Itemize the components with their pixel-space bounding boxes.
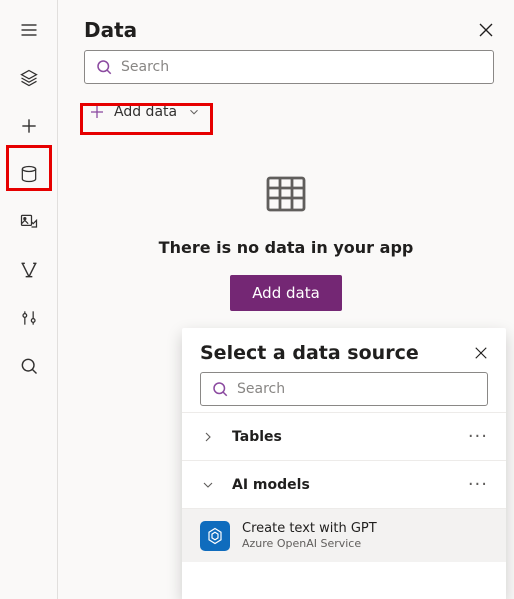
result-subtitle: Azure OpenAI Service [242,537,377,551]
panel-header: Data [58,0,514,50]
nav-rail [0,0,58,599]
layers-icon[interactable] [7,56,51,100]
openai-icon [200,521,230,551]
source-ai-models[interactable]: AI models ··· [182,460,506,508]
search-input[interactable] [121,59,483,75]
popup-search-input[interactable] [237,381,477,397]
result-text: Create text with GPT Azure OpenAI Servic… [242,521,377,551]
variables-icon[interactable] [7,248,51,292]
datasource-popup: Select a data source Tables ··· AI model… [182,328,506,599]
search-icon [95,58,113,76]
add-data-link[interactable]: Add data [80,94,514,130]
tools-icon[interactable] [7,296,51,340]
empty-msg: There is no data in your app [159,238,414,257]
add-data-button[interactable]: Add data [230,275,342,311]
close-icon[interactable] [478,22,494,38]
data-icon[interactable] [7,152,51,196]
hamburger-icon[interactable] [7,8,51,52]
empty-state: There is no data in your app Add data [58,170,514,311]
chevron-down-icon [187,105,201,119]
popup-search-wrap [182,372,506,412]
chevron-down-icon [200,477,216,493]
close-icon[interactable] [474,346,488,360]
popup-title: Select a data source [200,342,419,364]
result-gpt[interactable]: Create text with GPT Azure OpenAI Servic… [182,508,506,562]
source-label: AI models [232,477,464,493]
source-label: Tables [232,429,464,445]
panel-title: Data [84,18,137,42]
search-field[interactable] [84,50,494,84]
chevron-right-icon [200,429,216,445]
source-tables[interactable]: Tables ··· [182,412,506,460]
add-data-label: Add data [114,104,177,120]
popup-header: Select a data source [182,328,506,372]
popup-search-field[interactable] [200,372,488,406]
table-icon [262,170,310,218]
more-icon[interactable]: ··· [464,474,492,495]
plus-icon[interactable] [7,104,51,148]
plus-icon [88,103,106,121]
search-icon[interactable] [7,344,51,388]
media-icon[interactable] [7,200,51,244]
result-title: Create text with GPT [242,521,377,537]
more-icon[interactable]: ··· [464,426,492,447]
search-wrap [58,50,514,88]
search-icon [211,380,229,398]
